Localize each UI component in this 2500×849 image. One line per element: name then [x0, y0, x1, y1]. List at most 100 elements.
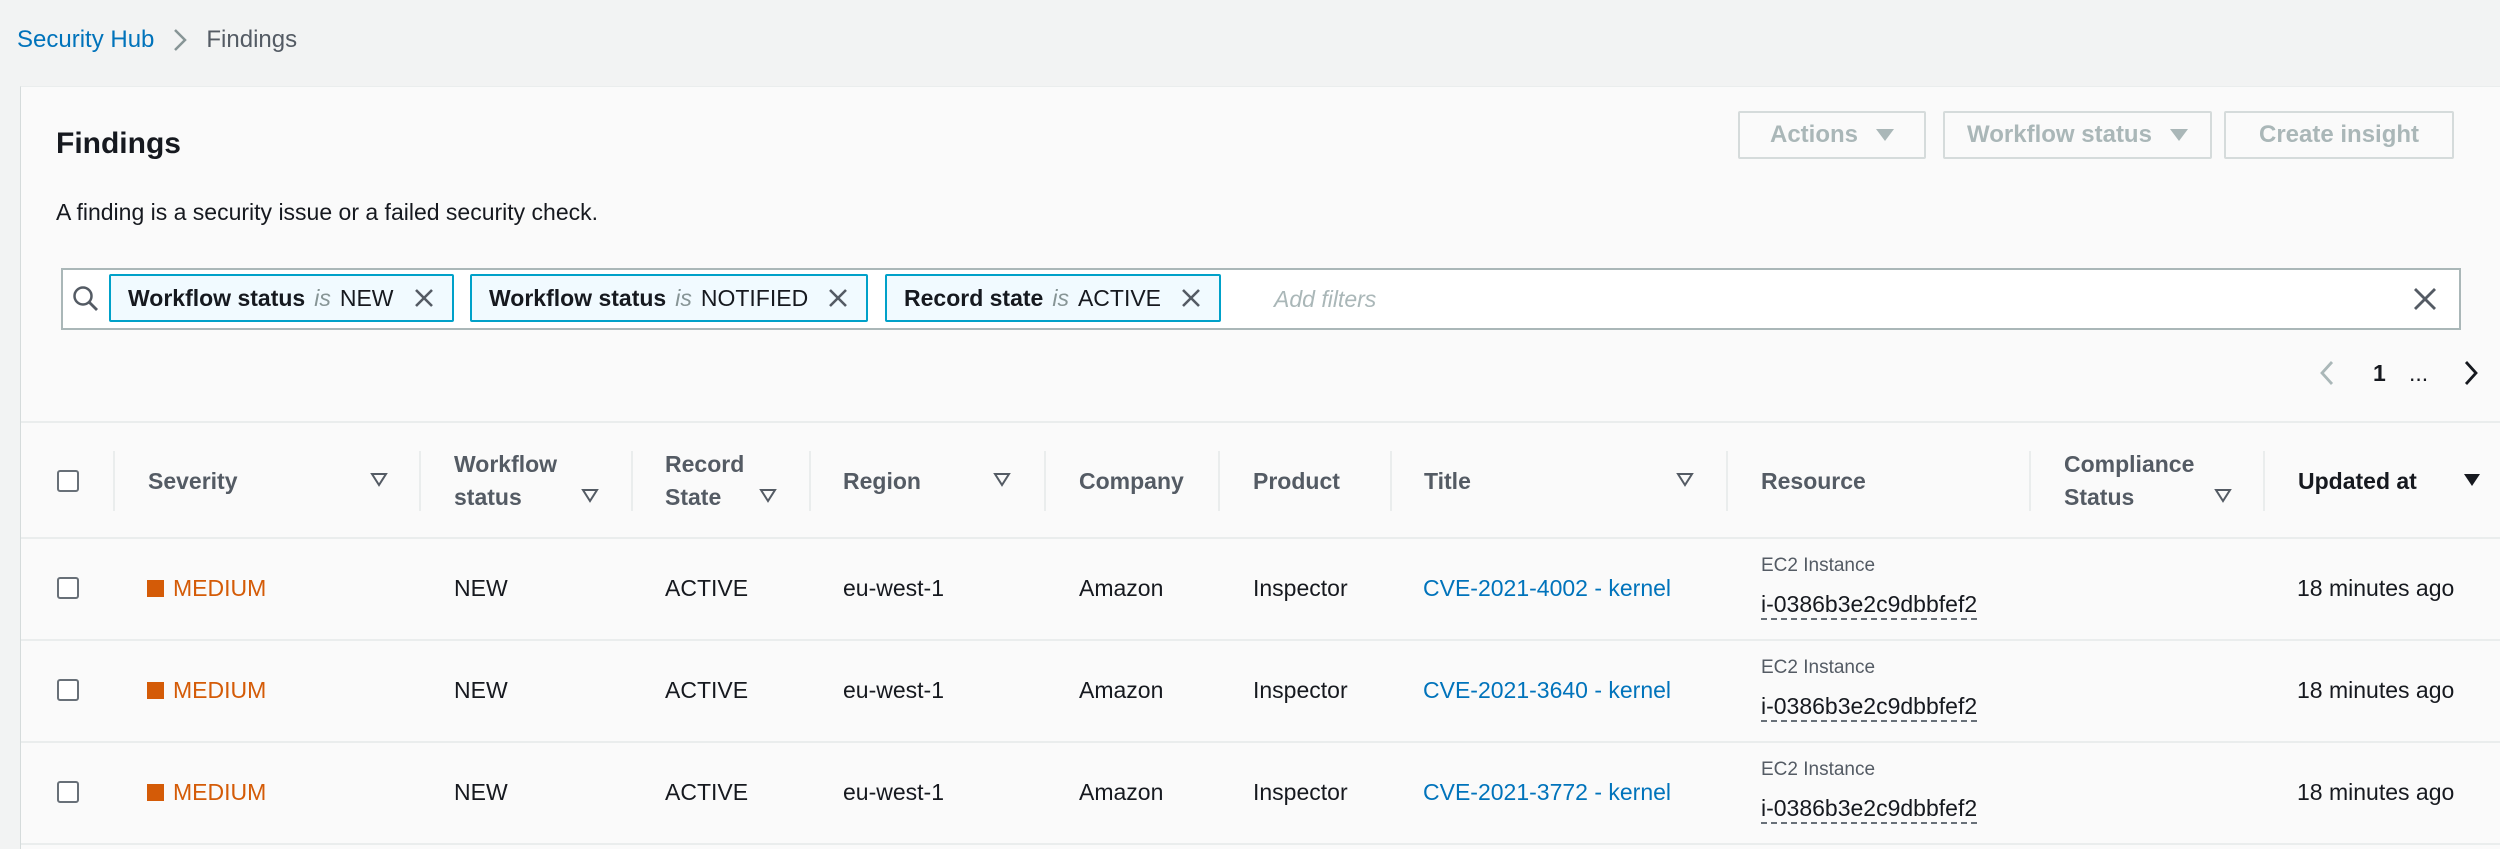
filter-token-workflow-notified: Workflow status is NOTIFIED [470, 274, 869, 322]
updated-at-cell: 18 minutes ago [2297, 779, 2455, 805]
workflow-status-cell: NEW [454, 677, 508, 703]
column-header-title[interactable]: Title [1424, 423, 1471, 539]
column-header-line: Status [2064, 484, 2135, 510]
workflow-status-cell: NEW [454, 779, 508, 805]
column-header-compliance-status[interactable]: Compliance Status [2064, 423, 2194, 539]
table-row[interactable]: MEDIUM NEW ACTIVE eu-west-1 Amazon Inspe… [21, 539, 2500, 641]
pagination-ellipsis: ... [2409, 360, 2429, 386]
sort-caret-icon[interactable] [1676, 471, 1694, 489]
column-divider [419, 451, 421, 511]
column-divider [1218, 451, 1220, 511]
chevron-right-icon [172, 27, 188, 53]
row-checkbox[interactable] [57, 781, 79, 803]
caret-down-icon [1876, 129, 1894, 141]
filter-token-value: NOTIFIED [700, 284, 809, 311]
column-divider [1044, 451, 1046, 511]
column-divider [2263, 451, 2265, 511]
select-all-checkbox[interactable] [57, 470, 79, 492]
column-divider [1390, 451, 1392, 511]
column-header-line: Workflow [454, 451, 558, 477]
filter-token-key: Record state [904, 284, 1044, 311]
sort-caret-icon[interactable] [2214, 487, 2232, 505]
resource-type: EC2 Instance [1761, 759, 1876, 780]
workflow-status-button-label: Workflow status [1967, 121, 2152, 148]
column-header-company: Company [1079, 467, 1184, 494]
updated-at-cell: 18 minutes ago [2297, 575, 2455, 601]
severity-label: MEDIUM [147, 677, 266, 704]
table-row[interactable]: MEDIUM NEW ACTIVE eu-west-1 Amazon Inspe… [21, 641, 2500, 743]
region-cell: eu-west-1 [843, 779, 944, 805]
search-icon [71, 284, 101, 314]
breadcrumb-current: Findings [206, 26, 298, 53]
region-cell: eu-west-1 [843, 575, 944, 601]
column-divider [2029, 451, 2031, 511]
clear-filters-close-icon[interactable] [2411, 285, 2439, 313]
sort-caret-icon[interactable] [993, 471, 1011, 489]
filter-token-operator: is [675, 284, 692, 311]
sort-caret-icon[interactable] [370, 471, 388, 489]
finding-title-link[interactable]: CVE-2021-3640 - kernel [1423, 677, 1671, 704]
column-divider [113, 451, 115, 511]
table-header: Severity Workflow status Record State Re… [21, 421, 2500, 539]
record-state-cell: ACTIVE [665, 575, 749, 601]
workflow-status-button[interactable]: Workflow status [1943, 111, 2212, 159]
finding-title-link[interactable]: CVE-2021-4002 - kernel [1423, 575, 1671, 602]
company-cell: Amazon [1079, 677, 1164, 703]
breadcrumb-security-hub-link[interactable]: Security Hub [17, 26, 154, 54]
filter-token-record-active: Record state is ACTIVE [885, 274, 1222, 322]
sort-caret-icon[interactable] [581, 487, 599, 505]
resource-id-link[interactable]: i-0386b3e2c9dbbfef2 [1761, 693, 1978, 722]
column-header-severity[interactable]: Severity [148, 423, 238, 539]
actions-button-label: Actions [1769, 121, 1858, 148]
record-state-cell: ACTIVE [665, 677, 749, 703]
row-checkbox[interactable] [57, 679, 79, 701]
column-divider [631, 451, 633, 511]
create-insight-button-label: Create insight [2258, 121, 2420, 148]
breadcrumb: Security Hub Findings [17, 22, 297, 58]
add-filters-input[interactable]: Add filters [1274, 270, 2374, 328]
resource-type: EC2 Instance [1761, 555, 1876, 576]
filter-token-key: Workflow status [128, 284, 306, 311]
column-header-workflow-status[interactable]: Workflow status [454, 423, 557, 539]
row-checkbox[interactable] [57, 577, 79, 599]
product-cell: Inspector [1253, 677, 1348, 703]
column-header-updated-at[interactable]: Updated at [2298, 423, 2417, 539]
page-description: A finding is a security issue or a faile… [56, 199, 599, 225]
create-insight-button[interactable]: Create insight [2224, 111, 2454, 159]
resource-id-link[interactable]: i-0386b3e2c9dbbfef2 [1761, 591, 1978, 620]
actions-button[interactable]: Actions [1738, 111, 1926, 159]
table-row[interactable]: MEDIUM NEW ACTIVE eu-west-1 Amazon Inspe… [21, 743, 2500, 845]
filter-token-workflow-new: Workflow status is NEW [109, 274, 454, 322]
findings-panel: Findings A finding is a security issue o… [20, 86, 2500, 849]
severity-label: MEDIUM [147, 779, 266, 806]
resource-id-link[interactable]: i-0386b3e2c9dbbfef2 [1761, 795, 1978, 824]
column-header-product: Product [1253, 467, 1340, 494]
resource-type: EC2 Instance [1761, 657, 1876, 678]
column-header-record-state[interactable]: Record State [665, 423, 744, 539]
filter-token-value: ACTIVE [1077, 284, 1162, 311]
page-title: Findings [56, 127, 181, 160]
region-cell: eu-west-1 [843, 677, 944, 703]
record-state-cell: ACTIVE [665, 779, 749, 805]
workflow-status-cell: NEW [454, 575, 508, 601]
chevron-left-icon[interactable] [2307, 353, 2347, 393]
filter-bar[interactable]: Workflow status is NEW Workflow status i… [61, 268, 2461, 330]
product-cell: Inspector [1253, 779, 1348, 805]
sort-caret-icon[interactable] [759, 487, 777, 505]
column-header-resource: Resource [1761, 467, 1866, 494]
pagination-current-page[interactable]: 1 [2373, 353, 2386, 393]
close-icon[interactable] [412, 286, 436, 310]
severity-text: MEDIUM [173, 677, 267, 703]
close-icon[interactable] [826, 286, 850, 310]
column-header-line: Compliance [2064, 451, 2195, 477]
close-icon[interactable] [1179, 286, 1203, 310]
severity-text: MEDIUM [173, 575, 267, 601]
filter-token-value: NEW [339, 284, 394, 311]
finding-title-link[interactable]: CVE-2021-3772 - kernel [1423, 779, 1671, 806]
chevron-right-icon[interactable] [2451, 353, 2491, 393]
column-header-line: Record [665, 451, 745, 477]
severity-square-icon [147, 580, 164, 597]
sort-caret-icon-active[interactable] [2463, 471, 2481, 489]
company-cell: Amazon [1079, 779, 1164, 805]
column-header-region[interactable]: Region [843, 423, 921, 539]
